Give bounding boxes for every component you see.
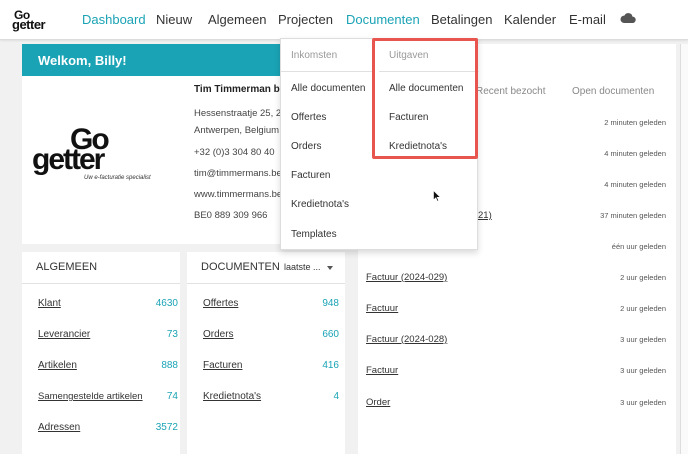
list-item[interactable]: Orders 660 xyxy=(203,329,339,345)
list-item[interactable]: Adressen 3572 xyxy=(38,422,178,438)
dropdown-heading-inkomsten: Inkomsten xyxy=(291,50,338,61)
mouse-pointer-icon xyxy=(433,190,441,202)
documenten-count: 416 xyxy=(322,360,339,371)
company-vat: BE0 889 309 966 xyxy=(194,210,268,221)
nav-email[interactable]: E-mail xyxy=(569,12,606,27)
menu-item-inkomsten-kredietnotas[interactable]: Kredietnota's xyxy=(291,199,349,210)
recent-row[interactable]: Order 3 uur geleden xyxy=(366,397,666,413)
algemeen-label[interactable]: Samengestelde artikelen xyxy=(38,391,143,402)
recent-row-title[interactable]: Factuur (2024-028) xyxy=(366,334,447,345)
menu-item-inkomsten-offertes[interactable]: Offertes xyxy=(291,112,326,123)
algemeen-count: 74 xyxy=(166,391,178,402)
algemeen-count: 888 xyxy=(161,360,178,371)
list-item[interactable]: Offertes 948 xyxy=(203,298,339,314)
recent-row-time: 4 minuten geleden xyxy=(604,149,666,158)
address-line-2: Antwerpen, Belgium xyxy=(194,125,280,136)
recent-row[interactable]: Factuur (2024-028) 3 uur geleden xyxy=(366,334,666,350)
recent-row-time: 2 minuten geleden xyxy=(604,118,666,127)
recent-row-title[interactable]: Factuur (2024-029) xyxy=(366,272,447,283)
list-item[interactable]: Facturen 416 xyxy=(203,360,339,376)
top-navigation: Go getter Dashboard Nieuw Algemeen Proje… xyxy=(0,0,688,40)
algemeen-count: 3572 xyxy=(155,422,178,433)
documenten-label[interactable]: Orders xyxy=(203,329,234,340)
company-logo: Go getter Uw e-facturatie specialist xyxy=(32,123,182,183)
recent-row-title[interactable]: Factuur xyxy=(366,303,398,314)
address-line-1: Hessenstraatje 25, 2 xyxy=(194,108,282,119)
dropdown-divider xyxy=(281,71,373,72)
company-email: tim@timmermans.be xyxy=(194,168,282,179)
documenten-title: DOCUMENTEN xyxy=(187,252,345,284)
algemeen-label[interactable]: Leverancier xyxy=(38,329,90,340)
gogetter-logo[interactable]: Go getter xyxy=(12,8,62,32)
logo-getter-text: getter xyxy=(12,17,46,32)
nav-kalender[interactable]: Kalender xyxy=(504,12,556,27)
algemeen-label[interactable]: Adressen xyxy=(38,422,80,433)
chevron-down-icon[interactable] xyxy=(327,266,333,270)
company-phone: +32 (0)3 304 80 40 xyxy=(194,147,275,158)
algemeen-label[interactable]: Klant xyxy=(38,298,61,309)
side-panel-edge xyxy=(680,44,688,454)
recent-row-title[interactable]: Factuur xyxy=(366,365,398,376)
documenten-card: DOCUMENTEN Offertes 948 Orders 660 Factu… xyxy=(187,252,345,454)
tab-open-documenten[interactable]: Open documenten xyxy=(572,86,654,97)
nav-algemeen[interactable]: Algemeen xyxy=(208,12,267,27)
list-item[interactable]: Klant 4630 xyxy=(38,298,178,314)
menu-item-inkomsten-orders[interactable]: Orders xyxy=(291,141,322,152)
company-name: Tim Timmerman bv xyxy=(194,84,286,95)
nav-dashboard[interactable]: Dashboard xyxy=(82,12,146,27)
recent-row[interactable]: Factuur (2024-029) 2 uur geleden xyxy=(366,272,666,288)
algemeen-title: ALGEMEEN xyxy=(22,252,180,284)
period-select[interactable]: laatste ... xyxy=(284,262,321,272)
documenten-label[interactable]: Offertes xyxy=(203,298,238,309)
documenten-label[interactable]: Kredietnota's xyxy=(203,391,261,402)
list-item[interactable]: Leverancier 73 xyxy=(38,329,178,345)
algemeen-count: 4630 xyxy=(155,298,178,309)
menu-item-inkomsten-alle-documenten[interactable]: Alle documenten xyxy=(291,83,366,94)
recent-row-time: 3 uur geleden xyxy=(620,335,666,344)
company-logo-getter: getter xyxy=(32,143,105,176)
algemeen-label[interactable]: Artikelen xyxy=(38,360,77,371)
nav-betalingen[interactable]: Betalingen xyxy=(431,12,492,27)
recent-row-title[interactable]: Order xyxy=(366,397,390,408)
documenten-count: 4 xyxy=(333,391,339,402)
documenten-count: 948 xyxy=(322,298,339,309)
nav-nieuw[interactable]: Nieuw xyxy=(156,12,192,27)
menu-item-inkomsten-facturen[interactable]: Facturen xyxy=(291,170,330,181)
list-item[interactable]: Artikelen 888 xyxy=(38,360,178,376)
company-website: www.timmermans.be xyxy=(194,189,283,200)
algemeen-count: 73 xyxy=(166,329,178,340)
documenten-label[interactable]: Facturen xyxy=(203,360,242,371)
recent-row-title[interactable]: 21) xyxy=(478,210,492,221)
recent-row-time: 2 uur geleden xyxy=(620,304,666,313)
nav-documenten[interactable]: Documenten xyxy=(346,12,420,27)
uitgaven-highlight-box xyxy=(372,38,478,159)
company-logo-tagline: Uw e-facturatie specialist xyxy=(84,175,151,181)
list-item[interactable]: Kredietnota's 4 xyxy=(203,391,339,407)
algemeen-card: ALGEMEEN Klant 4630 Leverancier 73 Artik… xyxy=(22,252,180,454)
recent-row[interactable]: Factuur 3 uur geleden xyxy=(366,365,666,381)
recent-row-time: één uur geleden xyxy=(611,242,666,251)
cloud-icon[interactable] xyxy=(620,11,636,25)
recent-row-time: 37 minuten geleden xyxy=(600,211,666,220)
recent-row-time: 4 minuten geleden xyxy=(604,180,666,189)
recent-row[interactable]: Factuur 2 uur geleden xyxy=(366,303,666,319)
recent-row-time: 3 uur geleden xyxy=(620,398,666,407)
tab-recent-bezocht[interactable]: Recent bezocht xyxy=(476,86,546,97)
recent-row-time: 3 uur geleden xyxy=(620,366,666,375)
documenten-count: 660 xyxy=(322,329,339,340)
menu-item-inkomsten-templates[interactable]: Templates xyxy=(291,229,337,240)
nav-projecten[interactable]: Projecten xyxy=(278,12,333,27)
list-item[interactable]: Samengestelde artikelen 74 xyxy=(38,391,178,407)
recent-row-time: 2 uur geleden xyxy=(620,273,666,282)
